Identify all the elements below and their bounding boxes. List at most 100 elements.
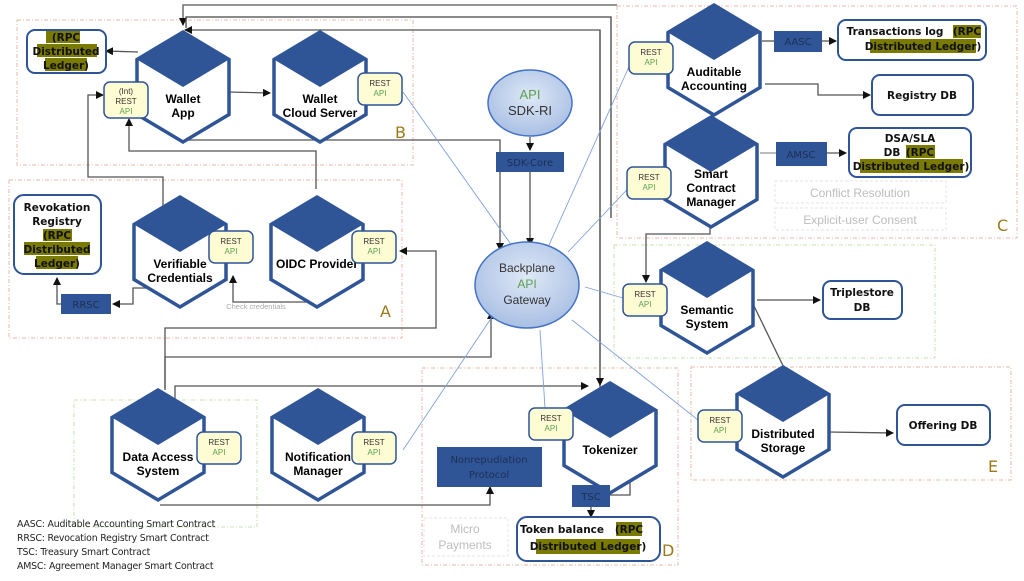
region-letter-d: D bbox=[662, 541, 674, 560]
region-letter-a: A bbox=[380, 302, 391, 321]
rest-api-badge[interactable]: (Int)RESTAPI bbox=[103, 81, 149, 119]
rest-api-badge[interactable]: RESTAPI bbox=[628, 41, 674, 75]
service-label: Notification bbox=[285, 450, 351, 464]
amsc-contract[interactable]: AMSC bbox=[776, 142, 827, 166]
sdk-ri[interactable]: API SDK-RI bbox=[487, 69, 573, 137]
service-label: Accounting bbox=[681, 79, 747, 93]
store-text: Offering DB bbox=[909, 420, 978, 432]
service-label: Verifiable bbox=[153, 257, 207, 271]
rest-label: REST bbox=[634, 290, 655, 299]
rest-api-badge[interactable]: RESTAPI bbox=[351, 431, 397, 465]
service-smart-contract-manager[interactable]: SmartContractManager bbox=[663, 114, 759, 230]
store-text: Distributed Ledger) bbox=[530, 541, 647, 553]
service-wallet-cloud[interactable]: WalletCloud Server bbox=[272, 29, 368, 145]
api-label: API bbox=[714, 426, 727, 435]
architecture-diagram: B A C E D Wallet App (Int) REST API Wall… bbox=[0, 0, 1024, 576]
rest-label: REST bbox=[640, 48, 661, 57]
region-letter-c: C bbox=[997, 216, 1008, 235]
api-label: API bbox=[213, 448, 226, 457]
nonrepudiation-protocol[interactable]: Nonrepudiation Protocol bbox=[437, 447, 542, 487]
explicit-user-consent: Explicit-user Consent bbox=[774, 207, 947, 231]
triplestore-store[interactable]: Triplestore DB bbox=[822, 280, 903, 320]
legend-item: RRSC: Revocation Registry Smart Contract bbox=[17, 533, 209, 544]
api-label: API bbox=[645, 58, 658, 67]
rest-label: REST bbox=[540, 414, 561, 423]
api-gateway[interactable]: Backplane API Gateway bbox=[474, 241, 580, 329]
store-text: DB bbox=[884, 147, 901, 159]
api-label: API bbox=[639, 300, 652, 309]
sdk-core[interactable]: SDK-Core bbox=[496, 152, 564, 172]
offering-db-store[interactable]: Offering DB bbox=[896, 404, 991, 446]
rest-label: REST bbox=[363, 438, 384, 447]
aasc-contract[interactable]: AASC bbox=[774, 31, 822, 52]
store-text: Ledger) bbox=[43, 60, 89, 72]
service-oidc-provider[interactable]: OIDC Provider bbox=[269, 194, 365, 310]
transactions-log-store[interactable]: Transactions log (RPC Distributed Ledger… bbox=[837, 19, 987, 61]
service-label: OIDC Provider bbox=[276, 257, 358, 271]
conflict-resolution: Conflict Resolution bbox=[774, 180, 947, 204]
registry-db-store[interactable]: Registry DB bbox=[871, 74, 974, 116]
service-label: Cloud Server bbox=[283, 106, 358, 120]
rest-label: REST bbox=[638, 173, 659, 182]
service-data-access[interactable]: Data AccessSystem bbox=[110, 387, 206, 503]
rest-api-badge[interactable]: RESTAPI bbox=[626, 166, 672, 200]
region-letter-e: E bbox=[988, 457, 998, 476]
service-label: Distributed bbox=[751, 427, 814, 441]
service-notification-manager[interactable]: NotificationManager bbox=[270, 387, 366, 503]
service-auditable-accounting[interactable]: AuditableAccounting bbox=[666, 2, 762, 118]
sdk-core-label: SDK-Core bbox=[507, 158, 553, 169]
service-label: System bbox=[686, 317, 729, 331]
service-distributed-storage[interactable]: DistributedStorage bbox=[735, 364, 831, 480]
rest-api-badge[interactable]: RESTAPI bbox=[697, 409, 743, 443]
rest-label: REST bbox=[363, 237, 384, 246]
rest-api-badge[interactable]: RESTAPI bbox=[351, 230, 397, 264]
sdk-ri-line2: SDK-RI bbox=[508, 103, 552, 118]
service-label: Semantic bbox=[680, 303, 734, 317]
rest-api-badge[interactable]: RESTAPI bbox=[622, 283, 668, 317]
rest-api-badge[interactable]: RESTAPI bbox=[528, 407, 574, 441]
service-semantic-system[interactable]: SemanticSystem bbox=[659, 240, 755, 356]
store-text: Revokation bbox=[24, 202, 91, 214]
abbreviation-legend: AASC: Auditable Accounting Smart Contrac… bbox=[17, 518, 215, 574]
rrsc-label: RRSC bbox=[72, 300, 99, 311]
api-label: API bbox=[368, 448, 381, 457]
store-text: Token balance bbox=[520, 524, 604, 536]
rest-api-badge[interactable]: RESTAPI bbox=[357, 72, 403, 106]
legend-item: TSC: Treasury Smart Contract bbox=[17, 547, 151, 558]
gateway-line3: Gateway bbox=[503, 293, 550, 307]
faint-label: Explicit-user Consent bbox=[803, 213, 917, 227]
store-text: (RPC bbox=[953, 26, 982, 38]
store-text: Distributed bbox=[23, 244, 90, 256]
service-label: Manager bbox=[293, 464, 343, 478]
faint-label: Micro bbox=[450, 522, 480, 536]
dsa-sla-store[interactable]: DSA/SLA DB (RPC Distributed Ledger) bbox=[848, 127, 972, 178]
service-wallet-app[interactable]: WalletApp bbox=[135, 29, 231, 145]
service-label: App bbox=[171, 106, 194, 120]
tsc-contract[interactable]: TSC bbox=[572, 485, 610, 507]
store-text: Registry DB bbox=[887, 90, 957, 102]
api-label: API bbox=[374, 89, 387, 98]
rest-api-badge[interactable]: RESTAPI bbox=[208, 230, 254, 264]
rrsc-contract[interactable]: RRSC bbox=[61, 294, 111, 314]
rest-api-badge[interactable]: RESTAPI bbox=[196, 431, 242, 465]
service-tokenizer[interactable]: Tokenizer bbox=[562, 380, 658, 496]
service-label: Auditable bbox=[687, 65, 742, 79]
store-text: (RPC bbox=[615, 524, 644, 536]
rest-label: REST bbox=[208, 438, 229, 447]
api-label: API bbox=[368, 247, 381, 256]
token-balance-store[interactable]: Token balance (RPC Distributed Ledger) bbox=[516, 516, 661, 562]
revocation-registry-store[interactable]: Revokation Registry (RPC Distributed Led… bbox=[13, 194, 102, 275]
store-text: Distributed Ledger) bbox=[865, 41, 982, 53]
legend-item: AASC: Auditable Accounting Smart Contrac… bbox=[17, 519, 216, 530]
rest-int-label: (Int) bbox=[119, 87, 134, 96]
check-credentials-label: Check credentials bbox=[226, 302, 286, 311]
nonrep-line2: Protocol bbox=[469, 470, 509, 481]
store-text: Ledger) bbox=[34, 258, 80, 270]
service-label: Storage bbox=[761, 441, 806, 455]
service-label: Tokenizer bbox=[582, 443, 637, 457]
gateway-line1: Backplane bbox=[499, 261, 555, 275]
service-label: Wallet bbox=[303, 92, 338, 106]
wallet-ledger-store[interactable]: (RPC Distributed Ledger) bbox=[26, 29, 107, 74]
tsc-label: TSC bbox=[580, 492, 600, 503]
micro-payments: Micro Payments bbox=[423, 517, 509, 557]
